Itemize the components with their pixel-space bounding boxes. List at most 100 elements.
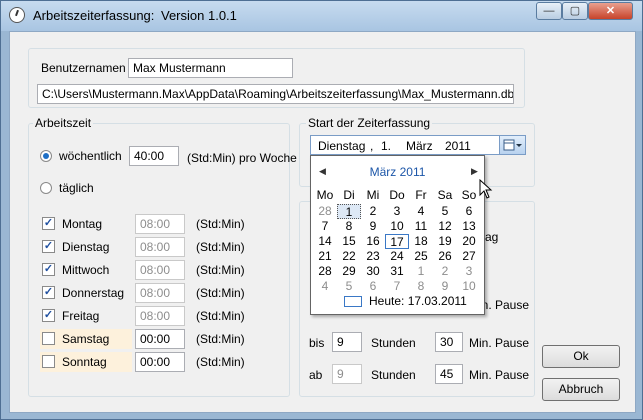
calendar-day[interactable]: 23	[361, 249, 385, 264]
daily-label: täglich	[59, 181, 94, 195]
day-row-dienstag: ✓ Dienstag	[40, 237, 132, 257]
today-label[interactable]: Heute: 17.03.2011	[369, 294, 467, 308]
pause-partial-tag: ag	[485, 230, 499, 244]
calendar-day[interactable]: 2	[361, 204, 385, 219]
calendar-day[interactable]: 25	[409, 249, 433, 264]
calendar-day[interactable]: 9	[361, 219, 385, 234]
daily-radio[interactable]	[40, 182, 52, 194]
calendar-day[interactable]: 5	[337, 279, 361, 294]
calendar-day[interactable]: 3	[385, 204, 409, 219]
calendar-day[interactable]: 9	[433, 279, 457, 294]
calendar-day[interactable]: 6	[457, 204, 481, 219]
bis-label: bis	[309, 336, 325, 350]
calendar-day[interactable]: 4	[313, 279, 337, 294]
calendar-day-today[interactable]: 17	[385, 234, 409, 249]
close-button[interactable]: ✕	[588, 2, 633, 20]
weekly-unit-label: (Std:Min) pro Woche	[187, 151, 297, 165]
calendar-day[interactable]: 19	[433, 234, 457, 249]
mittwoch-checkbox[interactable]: ✓	[42, 263, 55, 276]
ab-pause-input[interactable]: 45	[435, 364, 463, 384]
calendar-day[interactable]: 18	[409, 234, 433, 249]
calendar-day[interactable]: 24	[385, 249, 409, 264]
donnerstag-label: Donnerstag	[62, 286, 125, 300]
app-window: Arbeitszeiterfassung: Version 1.0.1 — ▢ …	[0, 0, 643, 420]
calendar-day[interactable]: 5	[433, 204, 457, 219]
ab-pause-label: Min. Pause	[469, 368, 530, 382]
ab-hours-label: Stunden	[371, 368, 416, 382]
mittwoch-hours-input[interactable]: 08:00	[135, 260, 185, 280]
dienstag-label: Dienstag	[62, 240, 110, 254]
calendar-day[interactable]: 4	[409, 204, 433, 219]
dienstag-checkbox[interactable]: ✓	[42, 240, 55, 253]
date-month[interactable]: März	[406, 139, 433, 153]
freitag-checkbox[interactable]: ✓	[42, 309, 55, 322]
cancel-button[interactable]: Abbruch	[542, 378, 620, 401]
calendar-day[interactable]: 11	[409, 219, 433, 234]
title-bar[interactable]: Arbeitszeiterfassung: Version 1.0.1 — ▢ …	[1, 1, 642, 31]
date-year[interactable]: 2011	[445, 139, 471, 153]
calendar-day[interactable]: 14	[313, 234, 337, 249]
calendar-day[interactable]: 7	[385, 279, 409, 294]
calendar-day[interactable]: 22	[337, 249, 361, 264]
bis-pause-input[interactable]: 30	[435, 332, 463, 352]
start-date-picker[interactable]: Dienstag , 1. März 2011	[310, 135, 526, 155]
weekly-hours-input[interactable]: 40:00	[129, 146, 179, 166]
calendar-day[interactable]: 20	[457, 234, 481, 249]
calendar-day[interactable]: 21	[313, 249, 337, 264]
calendar-day[interactable]: 3	[457, 264, 481, 279]
freitag-hours-input[interactable]: 08:00	[135, 306, 185, 326]
montag-hours-input[interactable]: 08:00	[135, 214, 185, 234]
ab-hours-input[interactable]: 9	[332, 364, 362, 384]
samstag-checkbox[interactable]	[42, 332, 55, 345]
calendar-day[interactable]: 15	[337, 234, 361, 249]
donnerstag-checkbox[interactable]: ✓	[42, 286, 55, 299]
weekly-radio[interactable]	[40, 150, 52, 162]
calendar-day[interactable]: 29	[337, 264, 361, 279]
weekday-header: Di	[343, 188, 355, 202]
day-row-montag: ✓ Montag	[40, 214, 132, 234]
mittwoch-unit: (Std:Min)	[196, 263, 245, 277]
samstag-unit: (Std:Min)	[196, 332, 245, 346]
username-field[interactable]: Max Mustermann	[128, 58, 293, 78]
sonntag-checkbox[interactable]	[42, 355, 55, 368]
db-path-field[interactable]: C:\Users\Mustermann.Max\AppData\Roaming\…	[37, 84, 514, 104]
calendar-day[interactable]: 8	[337, 219, 361, 234]
ok-button[interactable]: Ok	[542, 345, 620, 368]
calendar-day[interactable]: 28	[313, 204, 337, 219]
dienstag-hours-input[interactable]: 08:00	[135, 237, 185, 257]
calendar-day[interactable]: 7	[313, 219, 337, 234]
calendar-day[interactable]: 10	[457, 279, 481, 294]
calendar-day[interactable]: 13	[457, 219, 481, 234]
calendar-day[interactable]: 8	[409, 279, 433, 294]
donnerstag-hours-input[interactable]: 08:00	[135, 283, 185, 303]
maximize-button[interactable]: ▢	[562, 2, 588, 20]
calendar-day[interactable]: 2	[433, 264, 457, 279]
minimize-button[interactable]: —	[536, 2, 562, 20]
calendar-day[interactable]: 16	[361, 234, 385, 249]
next-month-icon[interactable]: ▶	[471, 166, 478, 177]
calendar-day[interactable]: 1	[409, 264, 433, 279]
bis-hours-label: Stunden	[371, 336, 416, 350]
calendar-dropdown-button[interactable]	[499, 136, 525, 154]
calendar-day[interactable]: 27	[457, 249, 481, 264]
samstag-hours-input[interactable]: 00:00	[135, 329, 185, 349]
weekday-header: So	[461, 188, 477, 202]
arbeitszeit-legend: Arbeitszeit	[33, 116, 94, 130]
calendar-day[interactable]: 30	[361, 264, 385, 279]
calendar-month-title[interactable]: März 2011	[311, 165, 484, 179]
calendar-day[interactable]: 12	[433, 219, 457, 234]
montag-checkbox[interactable]: ✓	[42, 217, 55, 230]
date-day[interactable]: 1.	[381, 139, 391, 153]
calendar-day-selected[interactable]: 1	[337, 204, 361, 219]
clock-icon[interactable]	[9, 7, 25, 23]
calendar-day[interactable]: 28	[313, 264, 337, 279]
sonntag-hours-input[interactable]: 00:00	[135, 352, 185, 372]
bis-hours-input[interactable]: 9	[332, 332, 362, 352]
date-separator: ,	[370, 139, 374, 153]
date-weekday[interactable]: Dienstag	[318, 139, 365, 153]
calendar-day[interactable]: 10	[385, 219, 409, 234]
weekday-header: Mo	[316, 188, 334, 202]
calendar-day[interactable]: 6	[361, 279, 385, 294]
calendar-day[interactable]: 31	[385, 264, 409, 279]
calendar-day[interactable]: 26	[433, 249, 457, 264]
